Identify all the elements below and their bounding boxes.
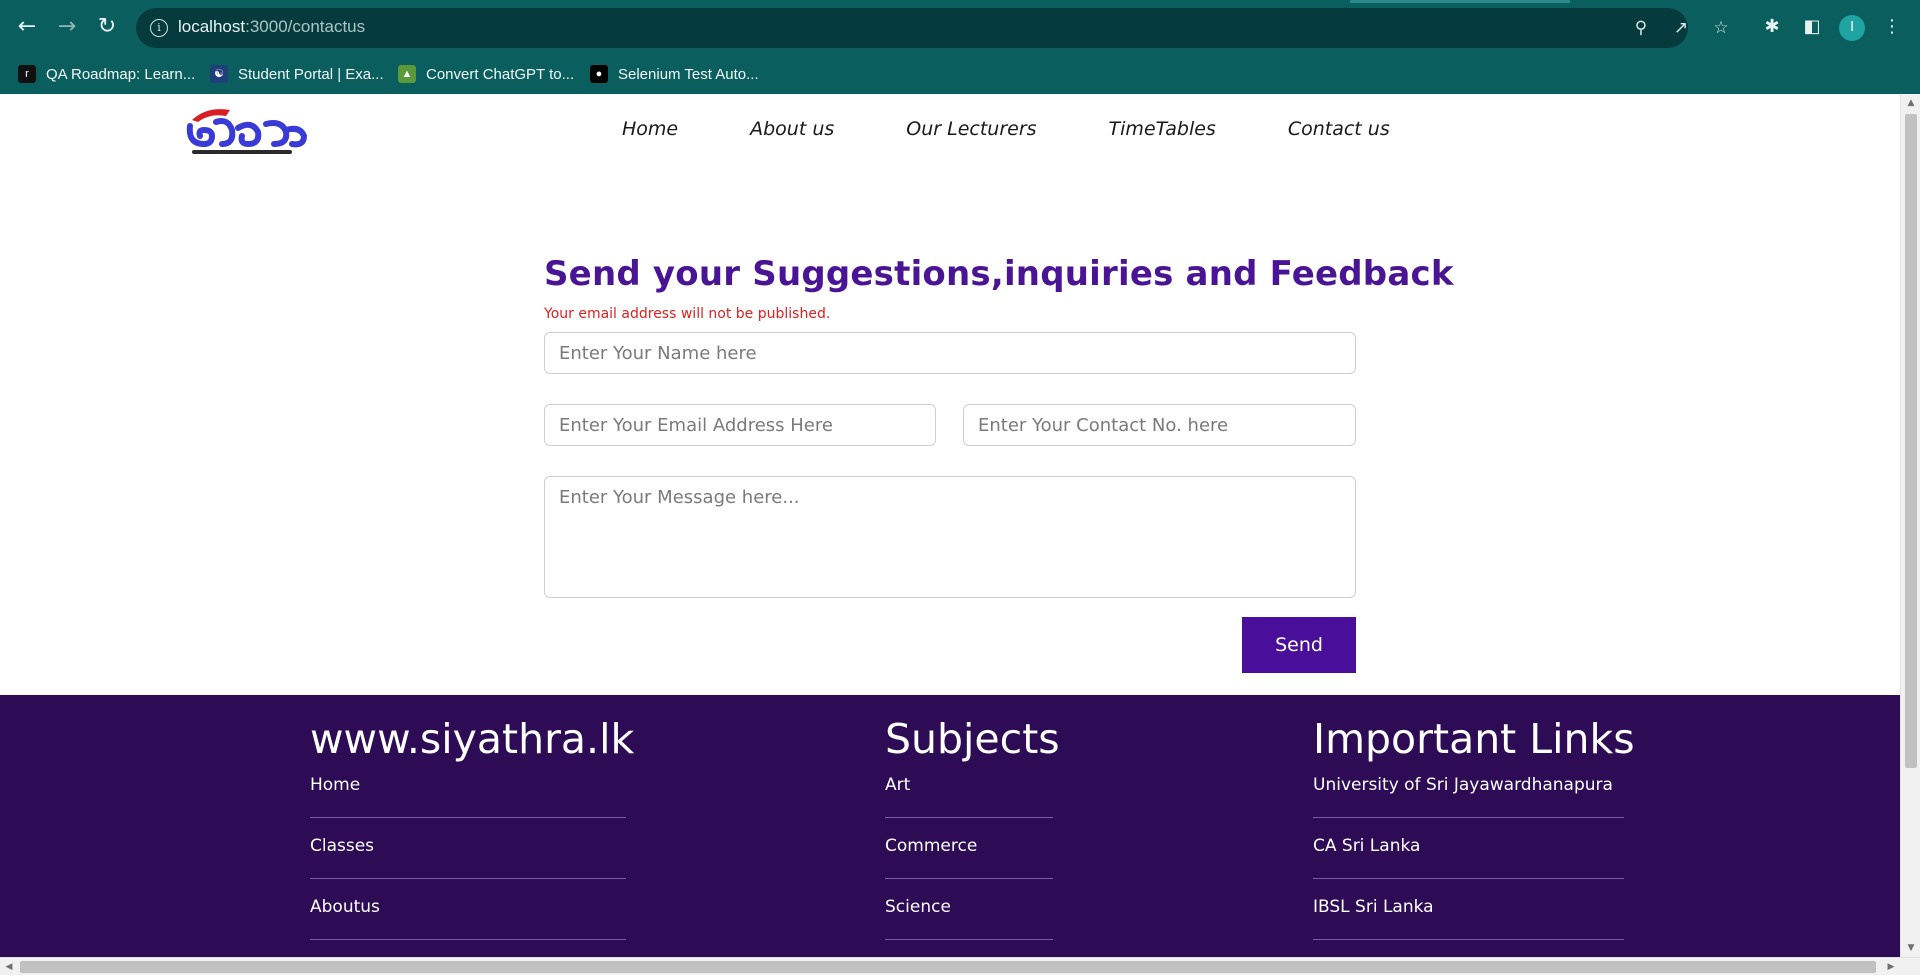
nav-home[interactable]: Home [622, 118, 678, 140]
footer-link-commerce[interactable]: Commerce [885, 832, 1053, 879]
footer-col-site: www.siyathra.lk Home Classes Aboutus [310, 715, 635, 954]
bookmarks-bar: r QA Roadmap: Learn... ☯ Student Portal … [0, 54, 1920, 94]
footer-link-home[interactable]: Home [310, 771, 626, 818]
browser-toolbar: ← → ↻ i localhost:3000/contactus ⚲ ↗ ☆ ✱… [0, 0, 1920, 54]
bookmark-item[interactable]: ☯ Student Portal | Exa... [210, 63, 384, 85]
footer-heading: www.siyathra.lk [310, 715, 635, 763]
profile-avatar[interactable]: I [1839, 15, 1865, 41]
bookmark-label: QA Roadmap: Learn... [46, 65, 196, 83]
url-path: :3000/contactus [245, 17, 366, 36]
bookmark-label: Selenium Test Auto... [618, 65, 759, 83]
scroll-left-icon[interactable]: ◀ [0, 958, 18, 976]
back-icon[interactable]: ← [12, 12, 42, 42]
bookmark-label: Convert ChatGPT to... [426, 65, 575, 83]
roadmap-icon: r [18, 65, 36, 83]
address-bar[interactable]: i localhost:3000/contactus ⚲ ↗ ☆ [136, 8, 1729, 48]
site-footer: www.siyathra.lk Home Classes Aboutus Sub… [0, 695, 1900, 957]
footer-heading: Subjects [885, 715, 1060, 763]
footer-link-aboutus[interactable]: Aboutus [310, 893, 626, 940]
footer-heading: Important Links [1313, 715, 1635, 763]
nav-contact-us[interactable]: Contact us [1288, 118, 1390, 140]
reload-icon[interactable]: ↻ [92, 12, 122, 42]
name-input[interactable] [544, 332, 1356, 374]
menu-kebab-icon[interactable]: ⋮ [1878, 13, 1906, 41]
site-info-icon[interactable]: i [150, 19, 168, 37]
bookmark-item[interactable]: ▲ Convert ChatGPT to... [398, 63, 574, 85]
site-nav: Home About us Our Lecturers TimeTables C… [622, 118, 1390, 140]
convert-icon: ▲ [398, 65, 416, 83]
vertical-scroll-thumb[interactable] [1905, 114, 1917, 768]
footer-link-ibsl[interactable]: IBSL Sri Lanka [1313, 893, 1624, 940]
nav-our-lecturers[interactable]: Our Lecturers [906, 118, 1036, 140]
footer-link-university[interactable]: University of Sri Jayawardhanapura [1313, 771, 1624, 818]
bookmark-star-icon[interactable]: ☆ [1710, 17, 1732, 39]
nav-timetables[interactable]: TimeTables [1109, 118, 1216, 140]
bookmark-label: Student Portal | Exa... [238, 65, 384, 83]
contact-input[interactable] [963, 404, 1356, 446]
footer-link-classes[interactable]: Classes [310, 832, 626, 879]
contact-form: Send your Suggestions,inquiries and Feed… [544, 254, 1454, 673]
footer-link-science[interactable]: Science [885, 893, 1053, 940]
side-panel-icon[interactable]: ◧ [1798, 13, 1826, 41]
scroll-right-icon[interactable]: ▶ [1882, 958, 1900, 976]
horizontal-scrollbar[interactable]: ◀ ▶ [0, 957, 1920, 975]
video-icon: ● [590, 65, 608, 83]
message-textarea[interactable] [544, 476, 1356, 598]
horizontal-scroll-thumb[interactable] [20, 961, 1876, 973]
url-text[interactable]: localhost:3000/contactus [178, 17, 365, 37]
zoom-icon[interactable]: ⚲ [1630, 17, 1652, 39]
privacy-note: Your email address will not be published… [544, 306, 831, 322]
footer-link-ca-sri-lanka[interactable]: CA Sri Lanka [1313, 832, 1624, 879]
email-input[interactable] [544, 404, 936, 446]
form-title: Send your Suggestions,inquiries and Feed… [544, 254, 1454, 294]
scroll-up-icon[interactable]: ▲ [1901, 94, 1920, 112]
nav-about-us[interactable]: About us [750, 118, 834, 140]
page-content: Home About us Our Lecturers TimeTables C… [0, 94, 1900, 957]
footer-link-art[interactable]: Art [885, 771, 1053, 818]
bookmark-item[interactable]: ● Selenium Test Auto... [590, 63, 759, 85]
scroll-down-icon[interactable]: ▼ [1901, 939, 1920, 957]
footer-col-important-links: Important Links University of Sri Jayawa… [1313, 715, 1635, 954]
footer-col-subjects: Subjects Art Commerce Science [885, 715, 1060, 954]
send-button[interactable]: Send [1242, 617, 1356, 673]
site-logo[interactable] [182, 100, 312, 160]
vertical-scrollbar[interactable]: ▲ ▼ [1900, 94, 1920, 957]
share-icon[interactable]: ↗ [1670, 17, 1692, 39]
tab-strip-edge [1350, 0, 1570, 3]
bookmark-item[interactable]: r QA Roadmap: Learn... [18, 63, 195, 85]
url-host: localhost [178, 17, 246, 36]
forward-icon[interactable]: → [52, 12, 82, 42]
extensions-icon[interactable]: ✱ [1758, 13, 1786, 41]
portal-icon: ☯ [210, 65, 228, 83]
